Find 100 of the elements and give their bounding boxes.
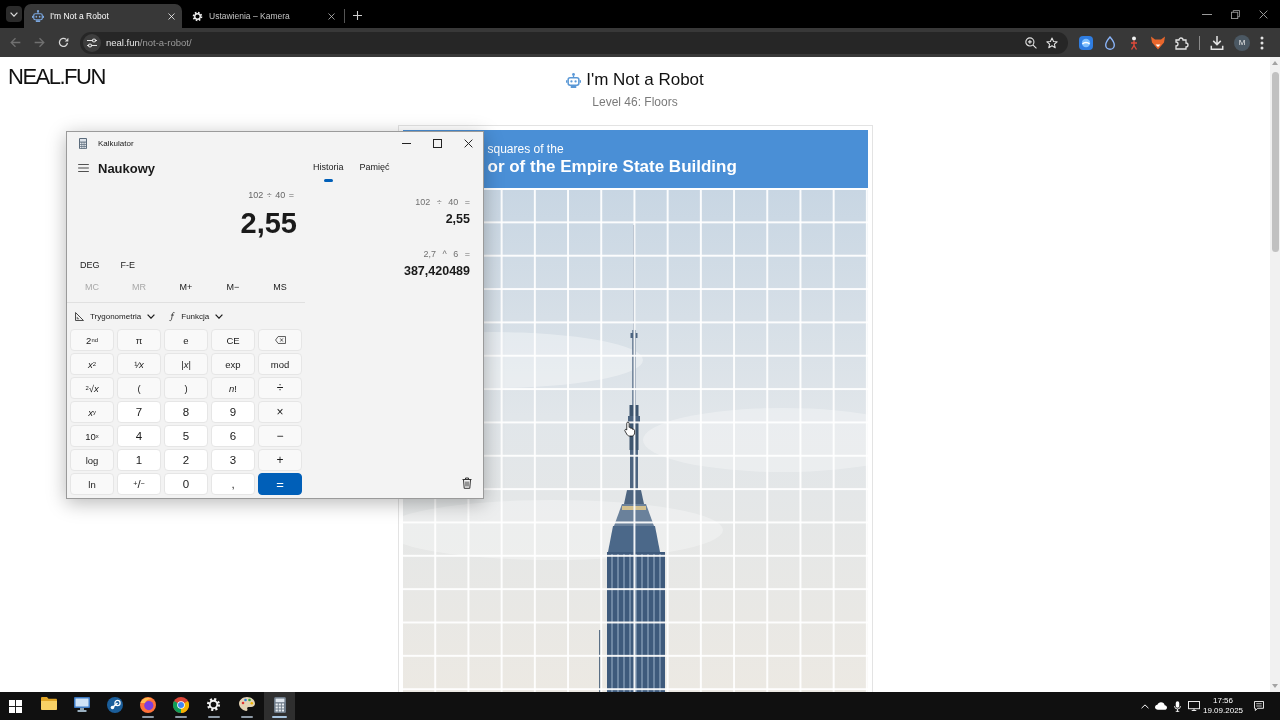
folder-icon xyxy=(40,697,57,710)
memory-button[interactable]: M+ xyxy=(164,279,208,295)
calculator-key[interactable]: 1 xyxy=(117,449,161,471)
function-icon xyxy=(169,310,176,322)
calculator-key[interactable]: 10$^{x}$ xyxy=(70,425,114,447)
minimize-icon[interactable] xyxy=(1202,13,1212,15)
captcha-prompt: squares of the xyxy=(487,141,565,156)
new-tab-icon[interactable] xyxy=(353,11,362,20)
tab-search-button[interactable] xyxy=(6,6,22,22)
download-icon[interactable] xyxy=(1210,35,1224,50)
hand-cursor-icon xyxy=(623,421,636,437)
scrollbar-thumb[interactable] xyxy=(1271,72,1279,252)
calculator-app-icon xyxy=(79,138,87,149)
dropdown-button[interactable]: Funkcja xyxy=(169,310,224,322)
close-icon[interactable] xyxy=(1259,9,1268,19)
calculator-key[interactable]: log xyxy=(70,449,114,471)
calculator-key[interactable]: − xyxy=(258,425,302,447)
calculator-key[interactable]: ÷ xyxy=(258,377,302,399)
piston-logo-icon xyxy=(106,697,123,713)
calculator-key[interactable]: 9 xyxy=(211,401,255,423)
calculator-icon xyxy=(273,697,286,713)
maximize-icon[interactable] xyxy=(433,139,442,148)
more-icon[interactable] xyxy=(1260,35,1264,50)
calculator-key[interactable]: 6 xyxy=(211,425,255,447)
reload-icon[interactable] xyxy=(58,37,69,48)
restore-icon[interactable] xyxy=(1231,9,1240,19)
zoom-icon[interactable] xyxy=(1025,36,1037,49)
chevron-up-icon[interactable] xyxy=(1141,703,1149,709)
chevron-down-icon xyxy=(10,11,18,17)
taskbar-button[interactable] xyxy=(264,692,295,720)
history-result: 2,55 xyxy=(444,210,470,227)
start-icon[interactable] xyxy=(9,699,22,713)
browser-logo-icon xyxy=(172,697,189,713)
chevron-down-icon xyxy=(147,313,156,319)
robot-icon xyxy=(566,72,582,88)
monitor-icon[interactable] xyxy=(1188,701,1200,711)
fox-globe-icon xyxy=(139,697,156,713)
clock-time: 17:56 xyxy=(1212,696,1234,706)
calculator-key[interactable]: |x| xyxy=(164,353,208,375)
browser-tab[interactable]: I'm Not a Robot xyxy=(24,4,182,28)
memory-button[interactable]: MS xyxy=(258,279,302,295)
calculator-key[interactable]: 2$^{nd}$ xyxy=(70,329,114,351)
calculator-key[interactable]: = xyxy=(258,473,302,495)
mode-button[interactable]: F-E xyxy=(120,259,135,271)
calculator-key[interactable]: 2 xyxy=(164,449,208,471)
dropdown-button[interactable]: Trygonometria xyxy=(75,311,156,321)
backspace-icon xyxy=(274,336,286,344)
level-subtitle: Level 46: Floors xyxy=(592,95,678,109)
star-icon[interactable] xyxy=(1046,36,1058,49)
chevron-down-icon xyxy=(215,313,224,319)
profile-avatar[interactable]: M xyxy=(1234,34,1250,51)
window-title: Kalkulator xyxy=(98,139,134,148)
calculator-key[interactable]: + xyxy=(258,449,302,471)
result-display: 2,55 xyxy=(239,207,298,239)
drop-icon[interactable] xyxy=(1103,35,1117,50)
calculator-key[interactable]: 3 xyxy=(211,449,255,471)
calculator-key[interactable]: 7 xyxy=(117,401,161,423)
calculator-key[interactable]: e xyxy=(164,329,208,351)
site-info-icon[interactable] xyxy=(83,33,101,52)
close-icon[interactable] xyxy=(464,139,473,148)
calculator-key[interactable]: , xyxy=(211,473,255,495)
robot-icon xyxy=(32,10,44,22)
calculator-key[interactable]: mod xyxy=(258,353,302,375)
swirl-icon[interactable] xyxy=(1079,35,1093,50)
calculator-key[interactable]: CE xyxy=(211,329,255,351)
calculator-key[interactable]: x$^{2}$ xyxy=(70,353,114,375)
calculator-key[interactable]: ( xyxy=(117,377,161,399)
trash-icon[interactable] xyxy=(462,477,472,489)
memory-button[interactable]: M− xyxy=(211,279,255,295)
calculator-key[interactable]: × xyxy=(258,401,302,423)
browser-tab[interactable]: Ustawienia – Kamera xyxy=(184,4,342,28)
calculator-key[interactable]: n! xyxy=(211,377,255,399)
history-result: 387,420489 xyxy=(402,262,470,279)
site-logo[interactable]: NEAL.FUN xyxy=(0,57,105,109)
calculator-key[interactable] xyxy=(258,329,302,351)
calculator-key[interactable]: ¹⁄x xyxy=(117,353,161,375)
menu-icon[interactable] xyxy=(78,164,89,172)
puzzle-icon[interactable] xyxy=(1175,35,1189,50)
calculator-key[interactable]: x$^{y}$ xyxy=(70,401,114,423)
microphone-icon[interactable] xyxy=(1174,700,1181,712)
panel-tab[interactable]: Pamięć xyxy=(359,162,390,182)
panel-tab[interactable]: Historia xyxy=(313,162,344,182)
calculator-key[interactable]: 5 xyxy=(164,425,208,447)
calculator-key[interactable]: ln xyxy=(70,473,114,495)
captcha-target: or of the Empire State Building xyxy=(487,156,738,177)
calculator-key[interactable]: π xyxy=(117,329,161,351)
history-expression: 2,7 ^ 6 = xyxy=(422,248,470,260)
calculator-key[interactable]: ) xyxy=(164,377,208,399)
calculator-key[interactable]: exp xyxy=(211,353,255,375)
fox-icon[interactable] xyxy=(1151,35,1165,50)
cloud-icon[interactable] xyxy=(1155,702,1167,710)
gear-icon xyxy=(206,697,221,712)
address-bar[interactable]: neal.fun/not-a-robot/ xyxy=(80,31,1068,54)
calculator-key[interactable]: 4 xyxy=(117,425,161,447)
calculator-key[interactable]: $^{2}$√x xyxy=(70,377,114,399)
notification-icon[interactable] xyxy=(1254,701,1264,711)
mode-button[interactable]: DEG xyxy=(80,259,100,271)
calculator-key[interactable]: 8 xyxy=(164,401,208,423)
clock-date: 19.09.2025 xyxy=(1203,706,1243,716)
calculator-key[interactable]: 0 xyxy=(164,473,208,495)
